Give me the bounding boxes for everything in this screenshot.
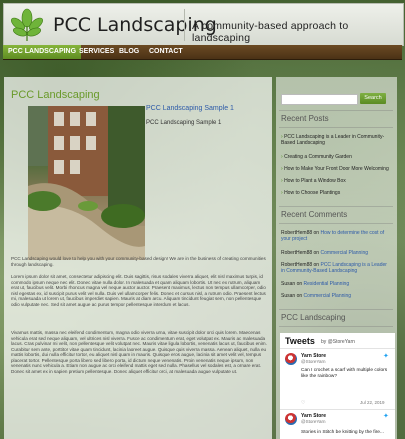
recent-posts-title: Recent Posts: [281, 114, 329, 123]
heart-icon[interactable]: ♡: [301, 400, 305, 406]
recent-post-item[interactable]: › Creating a Community Garden: [281, 154, 391, 160]
page-title: PCC Landscaping: [11, 89, 100, 101]
search-input[interactable]: [281, 94, 358, 105]
nav-contact[interactable]: CONTACT: [144, 45, 188, 59]
avatar[interactable]: [285, 353, 297, 365]
site-header: PCC Landscaping A community-based approa…: [3, 3, 404, 46]
widget-divider: [279, 326, 393, 327]
tweet-text: Can I crochet a scarf with multiple colo…: [301, 368, 388, 379]
twitter-timeline: Tweets by @StoreYarn Yarn Store @StoreYa…: [280, 333, 395, 439]
site-tagline: A community-based approach to landscapin…: [192, 20, 349, 44]
recent-post-item[interactable]: › How to Make Your Front Door More Welco…: [281, 166, 391, 172]
recent-comment-item: RobertHem88 on Commercial Planning: [281, 250, 369, 256]
recent-comment-item: Susan on Residential Planning: [281, 281, 350, 287]
avatar[interactable]: [285, 413, 297, 425]
widget-divider: [279, 127, 393, 128]
recent-comment-item: Susan on Commercial Planning: [281, 293, 352, 299]
widget-divider: [279, 110, 393, 111]
widget-divider: [279, 309, 393, 310]
tweet-text: Stories in Stitch be knitting by the fir…: [301, 430, 384, 435]
tweet-author-handle[interactable]: @StoreYarn: [301, 419, 326, 424]
recent-post-item[interactable]: › How to Plant a Window Box: [281, 178, 391, 184]
recent-post-item[interactable]: › PCC Landscaping is a Leader in Communi…: [281, 134, 391, 146]
image-title-link[interactable]: PCC Landscaping Sample 1: [146, 105, 234, 112]
recent-post-item[interactable]: › How to Choose Plantings: [281, 190, 391, 196]
tweet-author-handle[interactable]: @StoreYarn: [301, 359, 326, 364]
leaf-logo-icon[interactable]: [9, 8, 45, 42]
header-divider: [184, 9, 185, 41]
main-nav: PCC LANDSCAPING SERVICES BLOG CONTACT: [3, 45, 402, 60]
main-content: PCC Landscaping PCC Landscaping Sample 1…: [4, 77, 272, 439]
twitter-bird-icon[interactable]: ✦: [383, 413, 390, 420]
recent-comment-item: RobertHem88 on How to determine the cost…: [281, 230, 385, 242]
twitter-bird-icon[interactable]: ✦: [383, 353, 390, 360]
tweets-by-link[interactable]: by @StoreYarn: [321, 339, 355, 345]
recent-comments-title: Recent Comments: [281, 210, 348, 219]
recent-comment-item: RobertHem88 on PCC Landscaping is a Lead…: [281, 262, 387, 274]
house-garden-photo: [28, 106, 145, 260]
body-paragraph-1: Lorem ipsum dolor sit amet, consectetur …: [11, 274, 266, 307]
body-paragraph-2: Vivamus mattis, massa nec eleifend condi…: [11, 330, 267, 374]
image-description: PCC Landscaping Sample 1: [146, 120, 222, 126]
widget-divider: [279, 223, 393, 224]
nav-pcc-landscaping[interactable]: PCC LANDSCAPING: [3, 45, 82, 59]
tweet-divider: [280, 409, 395, 410]
intro-paragraph: PCC Landscaping would love to help you w…: [11, 256, 266, 267]
pcc-widget-title: PCC Landscaping: [281, 313, 346, 322]
nav-blog[interactable]: BLOG: [114, 45, 144, 59]
search-button[interactable]: Search: [360, 93, 386, 104]
featured-photo[interactable]: [28, 106, 145, 260]
nav-services[interactable]: SERVICES: [74, 45, 119, 59]
tweet-date[interactable]: Jul 22, 2019: [360, 400, 385, 405]
widget-divider: [279, 206, 393, 207]
tweet-divider: [280, 348, 395, 349]
tweets-title: Tweets: [285, 336, 315, 346]
